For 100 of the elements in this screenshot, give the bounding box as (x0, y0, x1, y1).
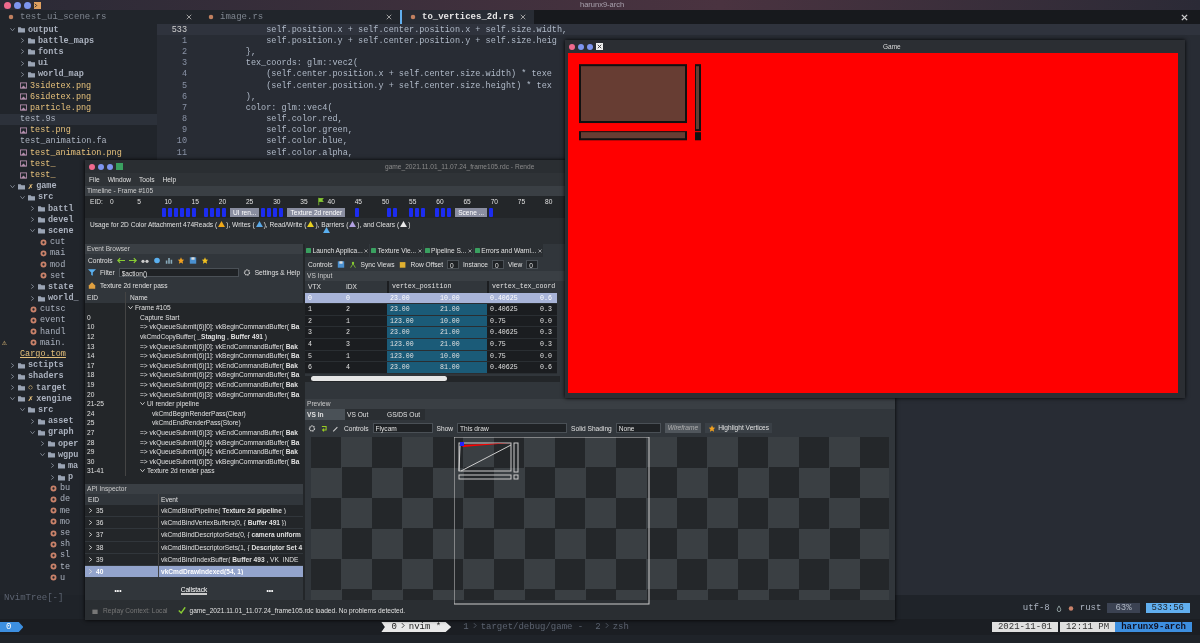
tree-item[interactable]: test_ (0, 158, 56, 170)
file-icon (8, 14, 14, 20)
tree-item[interactable]: asset (0, 415, 74, 427)
tree-item[interactable]: sh (0, 538, 71, 550)
tree-item[interactable]: graph (0, 426, 74, 438)
close-button[interactable] (569, 43, 575, 50)
filetype-label: rust (1079, 603, 1102, 613)
file-icon (410, 14, 416, 20)
code-line: tex_coords: glm::vec2( (244, 58, 359, 69)
session-label: 0 (0, 622, 24, 632)
close-button[interactable] (4, 1, 11, 9)
tree-item[interactable]: test.9s (0, 113, 157, 125)
settings-icon[interactable] (242, 268, 251, 276)
tree-item[interactable]: ⚠ main. (0, 337, 66, 349)
eyedropper-icon[interactable] (332, 424, 340, 432)
tree-item[interactable]: oper (0, 437, 79, 450)
tree-item[interactable]: te (0, 561, 71, 573)
app-icon (116, 163, 123, 170)
tmux-window-tab[interactable]: 0 nvim * (381, 622, 452, 632)
tree-item[interactable]: u (0, 572, 66, 584)
tree-item[interactable]: 3sidetex.png (0, 79, 92, 92)
editor-tab[interactable]: image.rs (200, 10, 400, 24)
star-icon[interactable] (200, 256, 209, 264)
tree-item[interactable]: cutsc (0, 303, 66, 315)
code-line: self.position.y + self.center.position.y + self.size.heig (265, 35, 557, 46)
code-line: self.position.x + self.center.position.x + self.size.width, (265, 24, 568, 35)
close-button[interactable] (89, 163, 95, 170)
tree-item[interactable]: world_map (0, 68, 84, 80)
tree-item[interactable]: battl (0, 203, 74, 215)
caret-icon[interactable] (128, 305, 133, 311)
event-markers-drawing (435, 208, 454, 217)
close-icon[interactable] (386, 14, 392, 20)
tree-item[interactable]: mod (0, 258, 66, 271)
editor-tab[interactable]: to_vertices_2d.rs (400, 10, 534, 24)
tree-item[interactable]: sl (0, 549, 71, 561)
minimize-button[interactable] (98, 163, 104, 170)
tree-item[interactable]: me (0, 505, 71, 517)
tree-item[interactable]: state (0, 281, 74, 293)
tree-item[interactable]: test_ (0, 169, 56, 181)
tree-item[interactable]: test.png (0, 124, 71, 136)
tree-item[interactable]: output (0, 24, 59, 36)
minimize-button[interactable] (14, 1, 21, 9)
maximize-button[interactable] (587, 43, 593, 50)
tree-item[interactable]: mai (0, 247, 66, 259)
editor-tab[interactable]: test_ui_scene.rs (0, 10, 200, 24)
tree-item[interactable]: cut (0, 236, 66, 248)
home-icon[interactable] (88, 281, 96, 289)
arrow-left-icon[interactable] (116, 256, 125, 264)
close-icon[interactable] (519, 14, 526, 20)
chevron-icon (472, 622, 477, 629)
line-number: 6 (180, 91, 188, 102)
tree-item[interactable]: set (0, 270, 66, 282)
arrow-right-icon[interactable] (128, 256, 137, 264)
star-icon[interactable] (176, 256, 185, 264)
tree-item[interactable]: scene (0, 225, 74, 237)
close-icon[interactable] (186, 14, 192, 20)
tree-item[interactable]: test_animation.fa (0, 135, 107, 148)
event-markers-drawing (261, 208, 286, 217)
app-icon (596, 43, 603, 50)
tree-item[interactable]: battle_maps (0, 35, 95, 47)
tree-item[interactable]: de (0, 493, 71, 506)
tree-item[interactable]: fonts (0, 46, 64, 58)
save-icon[interactable] (336, 260, 345, 268)
tree-item[interactable]: 6sidetex.png (0, 91, 92, 103)
tree-item[interactable]: handl (0, 326, 66, 338)
caret-icon[interactable] (140, 401, 145, 407)
tree-item[interactable]: p (0, 471, 74, 483)
clock-icon[interactable] (152, 256, 161, 264)
tree-item[interactable]: bu (0, 482, 71, 494)
tree-item[interactable]: mo (0, 516, 71, 528)
tree-item[interactable]: ui (0, 57, 49, 69)
save-icon[interactable] (188, 256, 197, 264)
tree-item[interactable]: event (0, 314, 66, 327)
tree-item[interactable]: src (0, 191, 54, 203)
tree-item[interactable]: ✗ game (0, 180, 57, 192)
maximize-button[interactable] (24, 1, 31, 9)
star-icon (708, 424, 717, 432)
caret-icon[interactable] (140, 468, 145, 474)
minimize-button[interactable] (578, 43, 584, 50)
settings-icon[interactable] (308, 424, 316, 432)
person-icon[interactable] (348, 260, 357, 268)
tree-item[interactable]: ma (0, 460, 79, 472)
tree-item[interactable]: wgpu (0, 449, 79, 461)
tree-item[interactable]: sctipts (0, 359, 64, 371)
bar-chart-icon[interactable] (164, 256, 173, 264)
tree-item[interactable]: src (0, 404, 54, 416)
tree-item[interactable]: shaders (0, 370, 64, 382)
maximize-button[interactable] (107, 163, 113, 170)
tree-item[interactable]: world_ (0, 292, 79, 304)
tree-item[interactable]: se (0, 527, 71, 539)
tree-item[interactable]: particle.png (0, 102, 92, 114)
code-line: self.color.alpha, (265, 147, 353, 158)
code-line: self.color.green, (265, 125, 353, 136)
tree-item[interactable]: ○ target (0, 382, 67, 394)
tree-item[interactable]: devel (0, 214, 74, 226)
tree-item[interactable]: ✗ xengine (0, 393, 72, 405)
close-icon[interactable] (1181, 13, 1188, 21)
tree-item[interactable]: test_animation.png (0, 147, 122, 159)
tree-item[interactable]: Cargo.tom (0, 348, 66, 360)
reset-icon[interactable] (320, 424, 328, 432)
